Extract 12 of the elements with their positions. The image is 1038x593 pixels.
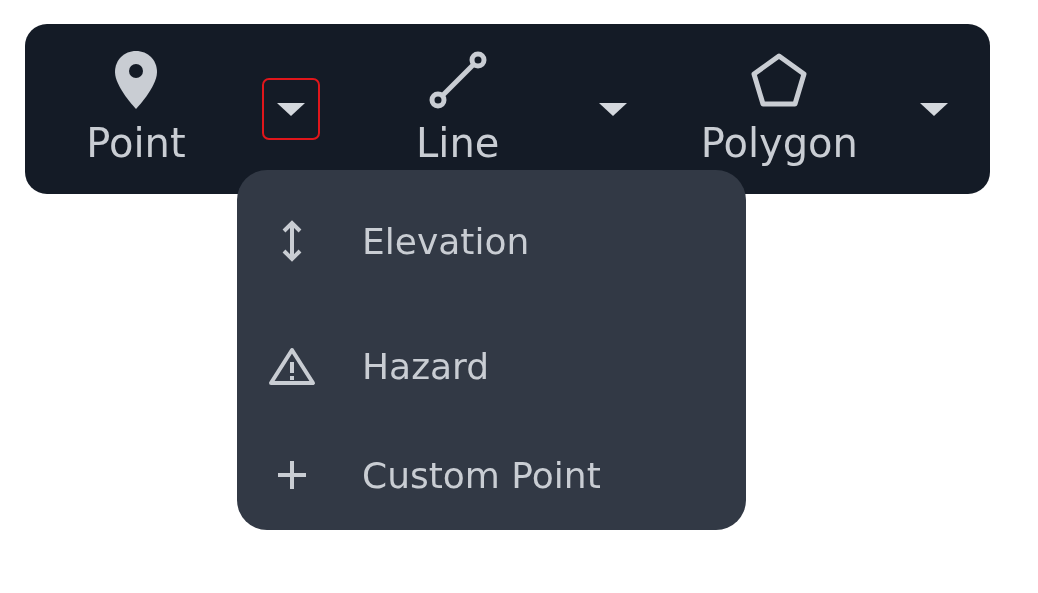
menu-item[interactable]: Hazard xyxy=(237,296,746,436)
caret-icon xyxy=(276,101,306,117)
line-segment-icon xyxy=(427,50,488,110)
map-pin-icon xyxy=(113,50,159,110)
pentagon-icon xyxy=(750,52,809,108)
vertical-arrows-icon xyxy=(282,220,302,262)
caret-icon xyxy=(597,101,628,117)
menu-item[interactable]: Custom Point xyxy=(237,436,746,514)
plus-icon xyxy=(275,458,309,492)
caret-icon xyxy=(919,101,950,117)
dropdown-button[interactable] xyxy=(262,78,320,140)
warning-icon xyxy=(268,346,316,386)
